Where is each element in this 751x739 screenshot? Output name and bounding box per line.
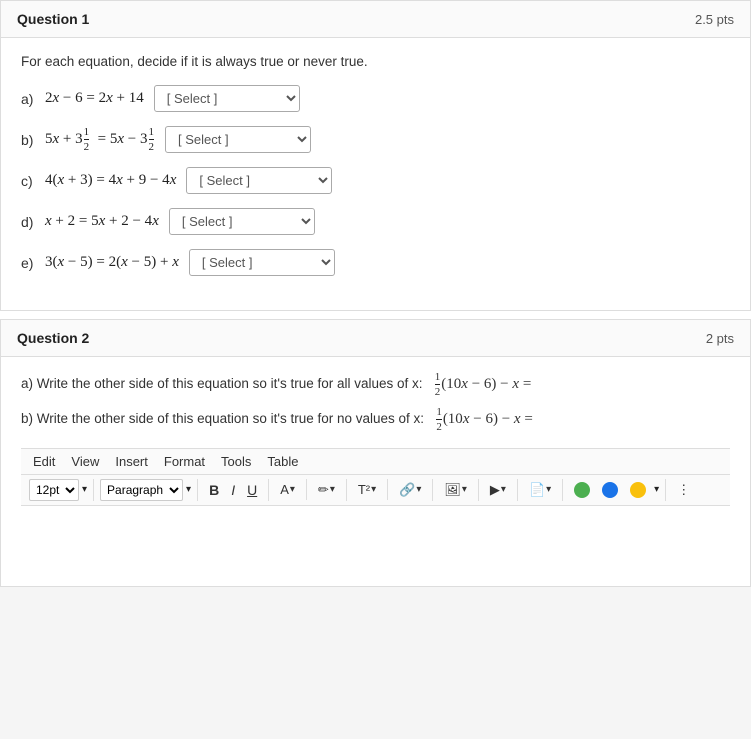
equation-label-a: a) [21,91,41,107]
select-a[interactable]: [ Select ] Always true Never true Someti… [154,85,300,112]
q2-line-b-text: b) Write the other side of this equation… [21,411,424,426]
green-dot-icon [574,482,590,498]
question-2-section: Question 2 2 pts a) Write the other side… [0,319,751,586]
equation-text-b: 5x + 312 = 5x − 312 [45,126,155,153]
blue-color-button[interactable] [597,479,623,501]
q2-frac-b: 12 [436,406,442,433]
editor-menubar: Edit View Insert Format Tools Table [21,449,730,475]
menu-view[interactable]: View [71,454,99,469]
equation-text-c: 4(x + 3) = 4x + 9 − 4x [45,172,176,189]
equation-label-e: e) [21,255,41,271]
question-2-pts: 2 pts [706,331,734,346]
yellow-color-button[interactable] [625,479,651,501]
editor-area: Edit View Insert Format Tools Table 12pt… [21,448,730,586]
toolbar-color-icons-group: ▾ [569,479,666,501]
toolbar-super-group: T²▾ [353,479,388,500]
toolbar-media-group: ▶▾ [485,479,518,501]
menu-tools[interactable]: Tools [221,454,251,469]
q2-eq-a: 12(10x − 6) − x = [430,376,531,392]
toolbar-font-size-group: 12pt 10pt 14pt ▾ [29,479,94,501]
question-2-header: Question 2 2 pts [1,320,750,357]
color-group-chevron: ▾ [654,484,659,495]
q2-eq-b: 12(10x − 6) − x = [432,411,533,427]
menu-table[interactable]: Table [267,454,298,469]
equation-text-d: x + 2 = 5x + 2 − 4x [45,213,159,230]
paragraph-chevron-icon: ▾ [186,484,191,495]
select-b[interactable]: [ Select ] Always true Never true Someti… [165,126,311,153]
image-button[interactable]: 🖼▾ [439,479,472,501]
editor-content[interactable] [21,506,730,586]
question-2-title: Question 2 [17,330,89,346]
q2-frac-a: 12 [435,371,441,398]
superscript-button[interactable]: T²▾ [353,479,381,500]
equation-text-a: 2x − 6 = 2x + 14 [45,90,144,107]
more-options-button[interactable]: ⋮ [672,479,695,501]
menu-format[interactable]: Format [164,454,205,469]
link-button[interactable]: 🔗▾ [394,479,426,501]
font-color-button[interactable]: A▾ [275,479,300,500]
toolbar-highlight-group: ✏▾ [313,479,347,501]
toolbar-text-format-group: B I U [204,479,269,501]
equation-label-d: d) [21,214,41,230]
yellow-dot-icon [630,482,646,498]
q2-line-a-text: a) Write the other side of this equation… [21,376,423,391]
underline-button[interactable]: U [242,479,262,501]
equation-row-e: e) 3(x − 5) = 2(x − 5) + x [ Select ] Al… [21,249,730,276]
editor-toolbar: 12pt 10pt 14pt ▾ Paragraph Heading 1 ▾ [21,475,730,506]
q2-line-b: b) Write the other side of this equation… [21,406,730,433]
select-c[interactable]: [ Select ] Always true Never true Someti… [186,167,332,194]
toolbar-link-group: 🔗▾ [394,479,433,501]
equation-text-e: 3(x − 5) = 2(x − 5) + x [45,254,179,271]
equation-row-d: d) x + 2 = 5x + 2 − 4x [ Select ] Always… [21,208,730,235]
equation-row-c: c) 4(x + 3) = 4x + 9 − 4x [ Select ] Alw… [21,167,730,194]
menu-edit[interactable]: Edit [33,454,55,469]
font-size-chevron-icon: ▾ [82,484,87,495]
question-1-header: Question 1 2.5 pts [1,1,750,38]
question-1-body: For each equation, decide if it is alway… [1,38,750,310]
q2-line-a: a) Write the other side of this equation… [21,371,730,398]
toolbar-image-group: 🖼▾ [439,479,479,501]
question-1-title: Question 1 [17,11,89,27]
green-color-button[interactable] [569,479,595,501]
toolbar-doc-group: 📄▾ [524,479,563,501]
toolbar-paragraph-group: Paragraph Heading 1 ▾ [100,479,198,501]
question-1-instruction: For each equation, decide if it is alway… [21,54,730,69]
bold-button[interactable]: B [204,479,224,501]
equation-label-c: c) [21,173,41,189]
equation-label-b: b) [21,132,41,148]
question-1-section: Question 1 2.5 pts For each equation, de… [0,0,751,311]
question-1-pts: 2.5 pts [695,12,734,27]
question-2-body: a) Write the other side of this equation… [1,357,750,585]
equation-row-a: a) 2x − 6 = 2x + 14 [ Select ] Always tr… [21,85,730,112]
toolbar-more-group: ⋮ [672,479,701,501]
toolbar-font-color-group: A▾ [275,479,307,500]
paragraph-select[interactable]: Paragraph Heading 1 [100,479,183,501]
italic-button[interactable]: I [226,479,240,501]
equation-row-b: b) 5x + 312 = 5x − 312 [ Select ] Always… [21,126,730,153]
select-d[interactable]: [ Select ] Always true Never true Someti… [169,208,315,235]
blue-dot-icon [602,482,618,498]
highlight-button[interactable]: ✏▾ [313,479,340,501]
doc-button[interactable]: 📄▾ [524,479,556,501]
select-e[interactable]: [ Select ] Always true Never true Someti… [189,249,335,276]
menu-insert[interactable]: Insert [115,454,148,469]
media-button[interactable]: ▶▾ [485,479,511,501]
font-size-select[interactable]: 12pt 10pt 14pt [29,479,79,501]
